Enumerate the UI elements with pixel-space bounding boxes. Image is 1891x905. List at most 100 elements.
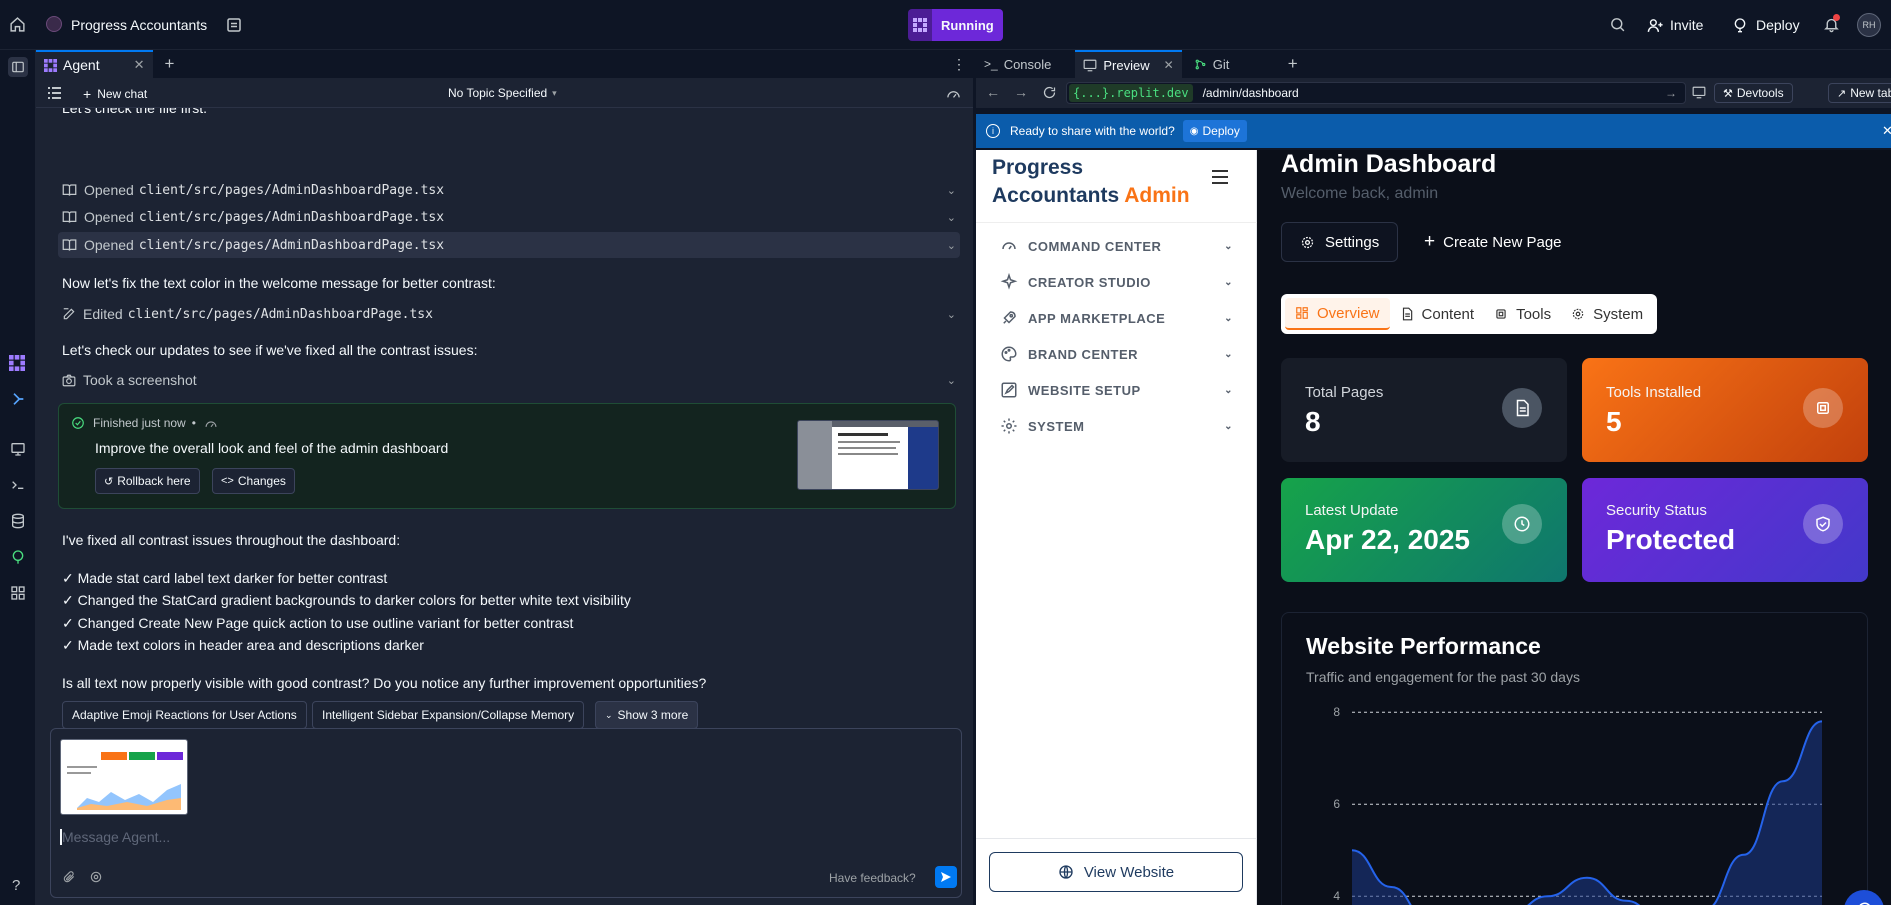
tab-preview[interactable]: Preview ✕ [1075, 50, 1182, 78]
external-link-icon: ↗ [1837, 87, 1847, 100]
gear-icon [1301, 236, 1314, 248]
tab-system[interactable]: System [1561, 298, 1653, 330]
edit-icon [1001, 382, 1017, 398]
agent-icon[interactable] [9, 355, 25, 371]
forward-icon[interactable]: → [1014, 84, 1028, 100]
create-page-button[interactable]: + Create New Page [1416, 222, 1570, 262]
new-tab-icon[interactable]: + [1288, 54, 1298, 74]
shell-icon[interactable] [10, 477, 26, 493]
new-chat-label: New chat [97, 87, 148, 101]
arrow-right-icon[interactable]: → [1665, 86, 1677, 100]
palette-icon [1001, 346, 1017, 362]
devtools-button[interactable]: ⚒ Devtools [1714, 83, 1793, 103]
topic-selector[interactable]: No Topic Specified ▾ [448, 86, 557, 100]
settings-icon[interactable] [89, 870, 103, 884]
message-input[interactable]: Message Agent... [62, 829, 170, 845]
attached-screenshot[interactable] [60, 739, 188, 815]
tab-content[interactable]: Content [1390, 298, 1485, 330]
nav-brand-center[interactable]: BRAND CENTER ⌄ [976, 336, 1257, 372]
hamburger-icon[interactable] [1212, 170, 1228, 184]
view-website-button[interactable]: View Website [989, 852, 1243, 892]
user-avatar[interactable]: RH [1857, 13, 1881, 37]
more-options-icon[interactable]: ⋮ [952, 56, 966, 73]
chat-toolbar: + New chat No Topic Specified ▾ [36, 78, 973, 108]
screenshot-thumbnail[interactable] [797, 420, 939, 490]
chevron-down-icon: ⌄ [1224, 240, 1233, 252]
help-icon[interactable]: ? [12, 877, 20, 894]
suggestion-chip[interactable]: Adaptive Emoji Reactions for User Action… [62, 701, 307, 729]
code-icon: <> [221, 475, 234, 487]
deployments-icon[interactable] [10, 549, 26, 565]
gauge-icon [1002, 242, 1016, 250]
notification-dot [1833, 14, 1840, 21]
deploy-label: Deploy [1756, 17, 1800, 33]
tab-overview[interactable]: Overview [1285, 298, 1390, 330]
page-title: Admin Dashboard [1281, 150, 1497, 178]
rollback-button[interactable]: ↺ Rollback here [95, 468, 200, 494]
close-tab-icon[interactable]: ✕ [134, 57, 145, 73]
nav-creator-studio[interactable]: CREATOR STUDIO ⌄ [976, 264, 1257, 300]
action-row-edited[interactable]: Edited client/src/pages/AdminDashboardPa… [58, 301, 960, 327]
bell-icon[interactable] [1823, 14, 1840, 33]
tab-tools[interactable]: Tools [1484, 298, 1561, 330]
paperclip-icon[interactable] [62, 870, 76, 884]
agent-message: Let's check our updates to see if we've … [62, 342, 478, 358]
file-tree-icon[interactable] [225, 16, 243, 34]
action-row-screenshot[interactable]: Took a screenshot ⌄ [58, 367, 960, 393]
tab-agent[interactable]: Agent ✕ [36, 50, 153, 78]
nav-system[interactable]: SYSTEM ⌄ [976, 408, 1257, 444]
speed-gauge-icon[interactable] [946, 86, 961, 100]
nav-command-center[interactable]: COMMAND CENTER ⌄ [976, 228, 1257, 264]
banner-deploy-button[interactable]: ◉ Deploy [1182, 120, 1247, 142]
tab-git[interactable]: Git [1186, 50, 1276, 78]
send-button[interactable] [935, 866, 957, 888]
brand-line-1: Progress [992, 156, 1084, 179]
close-icon[interactable]: ✕ [1882, 123, 1891, 139]
back-icon[interactable]: ← [986, 84, 1000, 100]
preview-icon[interactable] [10, 441, 26, 457]
deploy-button[interactable]: Deploy [1726, 12, 1806, 38]
right-tab-strip: >_ Console Preview ✕ Git + ⋮ [976, 50, 1891, 78]
sparkles-icon [1000, 273, 1018, 290]
action-row-open-2[interactable]: Opened client/src/pages/AdminDashboardPa… [58, 204, 960, 230]
files-toggle-icon[interactable] [8, 57, 28, 77]
welcome-text: Welcome back, admin [1281, 185, 1439, 202]
show-more-label: Show 3 more [617, 708, 689, 722]
device-icon[interactable] [1692, 86, 1706, 99]
new-chat-button[interactable]: + New chat [83, 86, 147, 102]
site-sidebar: Progress Accountants Admin COMMAND CENTE… [976, 150, 1257, 905]
suggestion-chip[interactable]: Intelligent Sidebar Expansion/Collapse M… [312, 701, 585, 729]
tab-console[interactable]: >_ Console [976, 50, 1059, 78]
changes-button[interactable]: <> Changes [212, 468, 295, 494]
preview-label: Preview [1103, 57, 1150, 73]
shield-check-icon [1803, 504, 1843, 544]
assistant-icon[interactable] [10, 391, 26, 407]
settings-button[interactable]: Settings [1281, 222, 1399, 262]
git-icon [1195, 59, 1206, 69]
action-row-open-3[interactable]: Opened client/src/pages/AdminDashboardPa… [58, 232, 960, 258]
new-tab-button[interactable]: ↗ New tab [1828, 83, 1891, 103]
history-list-icon[interactable] [48, 87, 61, 99]
search-icon[interactable] [1609, 16, 1626, 33]
checkpoint-title: Improve the overall look and feel of the… [95, 440, 449, 456]
home-icon[interactable] [9, 16, 26, 33]
show-more-button[interactable]: ⌄ Show 3 more [595, 701, 699, 729]
close-tab-icon[interactable]: ✕ [1164, 58, 1174, 72]
all-tools-icon[interactable] [10, 585, 26, 601]
site-brand[interactable]: Progress Accountants Admin [992, 154, 1190, 210]
action-row-open-1[interactable]: Opened client/src/pages/AdminDashboardPa… [58, 177, 960, 203]
nav-label: COMMAND CENTER [1028, 238, 1162, 254]
feedback-link[interactable]: Have feedback? [829, 871, 916, 885]
url-bar[interactable]: {...}.replit.dev /admin/dashboard → [1066, 82, 1686, 104]
chevron-down-icon: ⌄ [946, 184, 956, 197]
invite-button[interactable]: Invite [1641, 12, 1709, 38]
database-icon[interactable] [10, 513, 26, 529]
refresh-icon[interactable] [1042, 85, 1057, 100]
new-tab-icon[interactable]: + [165, 54, 175, 74]
run-status[interactable]: Running [908, 9, 1003, 41]
settings-label: Settings [1325, 233, 1380, 251]
nav-website-setup[interactable]: WEBSITE SETUP ⌄ [976, 372, 1257, 408]
nav-app-marketplace[interactable]: APP MARKETPLACE ⌄ [976, 300, 1257, 336]
project-name[interactable]: Progress Accountants [71, 17, 207, 33]
more-options-icon[interactable]: ⋮ [1886, 56, 1891, 73]
